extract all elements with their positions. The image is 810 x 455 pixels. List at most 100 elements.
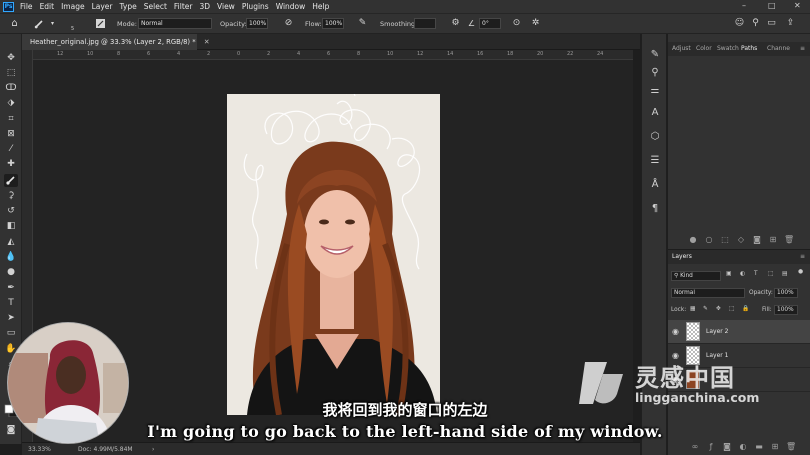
minimize-icon[interactable]: – — [742, 1, 746, 10]
layer-name[interactable]: Layer 2 — [706, 328, 728, 335]
eraser-icon[interactable]: ◧ — [4, 220, 18, 233]
frame-tool-icon[interactable]: ⊠ — [4, 128, 18, 141]
pen-tool-icon[interactable]: ✒ — [4, 282, 18, 295]
tab-channels[interactable]: Channe — [767, 45, 790, 52]
chevron-down-icon[interactable]: ▾ — [47, 18, 58, 29]
lock-position-icon[interactable]: ✥ — [716, 306, 721, 312]
load-selection-icon[interactable]: ⬚ — [720, 235, 730, 245]
type-tool-icon[interactable]: T — [4, 297, 18, 310]
path-selection-icon[interactable]: ➤ — [4, 312, 18, 325]
add-mask-icon[interactable]: ◙ — [752, 235, 762, 245]
menu-select[interactable]: Select — [144, 2, 167, 11]
add-layer-mask-icon[interactable]: ◙ — [722, 442, 732, 452]
fill-input[interactable]: 100% — [774, 305, 798, 315]
object-selection-icon[interactable]: ⬗ — [4, 97, 18, 110]
menu-filter[interactable]: Filter — [174, 2, 193, 11]
layer-filter-kind[interactable]: ⚲ Kind — [671, 271, 721, 281]
lasso-tool-icon[interactable]: ↀ — [4, 82, 18, 95]
tab-swatches[interactable]: Swatch — [717, 45, 739, 52]
layers-menu-icon[interactable]: ≡ — [800, 253, 805, 260]
marquee-tool-icon[interactable]: ⬚ — [4, 67, 18, 80]
eye-icon[interactable]: ◉ — [672, 327, 682, 337]
paragraph-panel-icon[interactable]: ¶ — [648, 202, 662, 216]
symmetry-icon[interactable]: ✲ — [530, 18, 541, 29]
search-icon[interactable]: ⚲ — [750, 18, 761, 29]
lock-artboard-icon[interactable]: ⬚ — [729, 306, 734, 312]
properties-panel-icon[interactable]: ☰ — [648, 154, 662, 168]
menu-plugins[interactable]: Plugins — [242, 2, 269, 11]
fill-path-icon[interactable]: ● — [688, 235, 698, 245]
paint-bucket-icon[interactable]: ◭ — [4, 236, 18, 249]
zoom-level[interactable]: 33.33% — [28, 446, 51, 453]
brush-size[interactable]: 5 — [71, 26, 74, 32]
share-user-icon[interactable]: ☺ — [734, 18, 745, 29]
workspace-icon[interactable]: ▭ — [766, 18, 777, 29]
layer-row-layer-2[interactable]: ◉ Layer 2 — [668, 320, 810, 344]
layer-style-icon[interactable]: ƒ — [706, 442, 716, 452]
crop-tool-icon[interactable]: ⌗ — [4, 113, 18, 126]
close-icon[interactable]: ✕ — [794, 1, 801, 10]
menu-type[interactable]: Type — [120, 2, 137, 11]
smoothing-input[interactable] — [414, 18, 436, 29]
stroke-path-icon[interactable]: ○ — [704, 235, 714, 245]
blend-mode-select[interactable]: Normal — [671, 288, 745, 298]
menu-window[interactable]: Window — [276, 2, 306, 11]
maximize-icon[interactable]: □ — [768, 1, 776, 10]
airbrush-icon[interactable]: ✎ — [357, 18, 368, 29]
healing-brush-icon[interactable]: ✚ — [4, 158, 18, 171]
menu-file[interactable]: File — [20, 2, 33, 11]
3d-panel-icon[interactable]: ⬡ — [648, 130, 662, 144]
menu-layer[interactable]: Layer — [92, 2, 113, 11]
character-panel-icon[interactable]: A — [648, 106, 662, 120]
angle-input[interactable]: 0° — [479, 18, 501, 29]
menu-help[interactable]: Help — [312, 2, 329, 11]
filter-toggle-icon[interactable]: ● — [798, 269, 803, 275]
tab-color[interactable]: Color — [696, 45, 712, 52]
tab-paths[interactable]: Paths — [741, 45, 757, 52]
opacity-input[interactable]: 100% — [246, 18, 268, 29]
glyphs-panel-icon[interactable]: Å — [648, 178, 662, 192]
brush-panel-icon[interactable]: ✎ — [648, 48, 662, 62]
lock-image-icon[interactable]: ✎ — [703, 306, 708, 312]
share-icon[interactable]: ⇪ — [785, 18, 796, 29]
clone-source-icon[interactable]: ⚲ — [648, 66, 662, 80]
document-image[interactable] — [227, 94, 440, 415]
pressure-size-icon[interactable]: ⊙ — [511, 18, 522, 29]
menu-image[interactable]: Image — [61, 2, 85, 11]
new-layer-icon[interactable]: ⊞ — [770, 442, 780, 452]
lock-all-icon[interactable]: 🔒 — [742, 306, 749, 312]
brush-settings-panel-icon[interactable]: ⚌ — [648, 84, 662, 98]
tab-adjustments[interactable]: Adjust — [672, 45, 691, 52]
mode-select[interactable]: Normal — [138, 18, 212, 29]
history-brush-icon[interactable]: ↺ — [4, 205, 18, 218]
pressure-opacity-icon[interactable]: ⊘ — [283, 18, 294, 29]
lock-transparent-icon[interactable]: ▦ — [690, 306, 695, 312]
menu-3d[interactable]: 3D — [199, 2, 210, 11]
filter-shape-icon[interactable]: ⬚ — [768, 271, 773, 277]
delete-layer-icon[interactable]: 🗑 — [786, 442, 796, 452]
filter-adjustment-icon[interactable]: ◐ — [740, 271, 745, 277]
rectangle-tool-icon[interactable]: ▭ — [4, 327, 18, 340]
filter-pixel-icon[interactable]: ▣ — [726, 271, 731, 277]
gear-icon[interactable]: ⚙ — [450, 18, 461, 29]
delete-path-icon[interactable]: 🗑 — [784, 235, 794, 245]
brush-tool-icon[interactable] — [4, 174, 18, 187]
home-icon[interactable]: ⌂ — [9, 18, 20, 29]
dodge-tool-icon[interactable]: ● — [4, 266, 18, 279]
blur-tool-icon[interactable]: 💧 — [4, 251, 18, 264]
make-path-icon[interactable]: ◇ — [736, 235, 746, 245]
move-tool-icon[interactable]: ✥ — [4, 52, 18, 65]
clone-stamp-icon[interactable]: ⚳ — [4, 190, 18, 203]
new-path-icon[interactable]: ⊞ — [768, 235, 778, 245]
flow-input[interactable]: 100% — [322, 18, 344, 29]
menu-view[interactable]: View — [217, 2, 235, 11]
close-tab-icon[interactable]: ✕ — [204, 38, 210, 46]
tab-layers[interactable]: Layers — [672, 253, 692, 260]
brush-settings-icon[interactable] — [95, 18, 106, 29]
new-adjustment-icon[interactable]: ◐ — [738, 442, 748, 452]
new-group-icon[interactable]: ▬ — [754, 442, 764, 452]
link-layers-icon[interactable]: ∞ — [690, 442, 700, 452]
filter-smart-object-icon[interactable]: ▤ — [782, 271, 787, 277]
filter-type-icon[interactable]: T — [754, 271, 758, 277]
layer-opacity-input[interactable]: 100% — [774, 288, 798, 298]
